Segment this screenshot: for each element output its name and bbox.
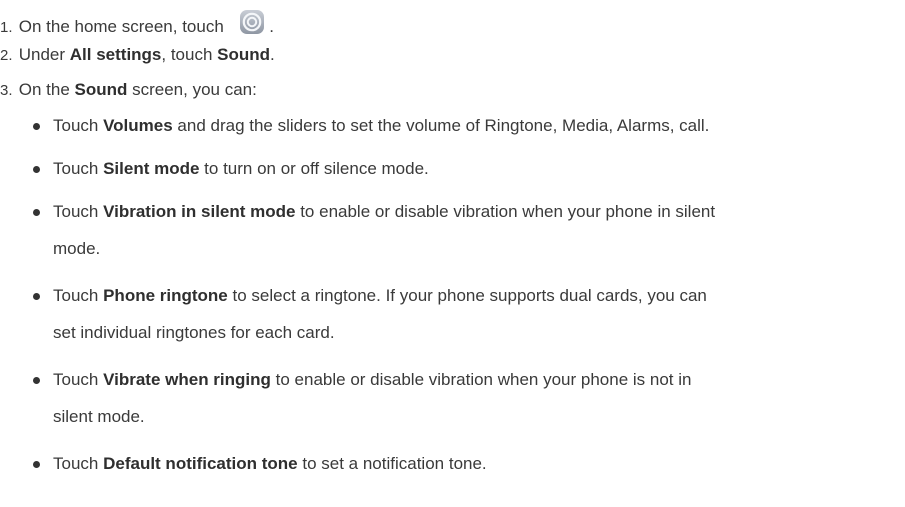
bullet-text: to enable or disable vibration when your… xyxy=(270,370,692,389)
step-text: . xyxy=(270,45,275,64)
bullet-text: Touch xyxy=(53,116,104,135)
step-2: 2. Under All settings, touch Sound. xyxy=(0,45,275,66)
bullet-text: and drag the sliders to set the volume o… xyxy=(172,116,710,135)
bullet-continuation: mode. xyxy=(53,239,101,258)
step-3: 3. On the Sound screen, you can: xyxy=(0,80,257,101)
bullet-dot xyxy=(33,293,40,300)
bullet-continuation: silent mode. xyxy=(53,407,145,426)
bullet-bold-term: Phone ringtone xyxy=(103,286,228,305)
bullet-dot xyxy=(33,123,40,130)
step-bold-term: Sound xyxy=(217,45,271,64)
bullet-text: to turn on or off silence mode. xyxy=(199,159,429,178)
step-1: 1. On the home screen, touch . xyxy=(0,9,274,38)
bullet-text: Touch xyxy=(53,370,104,389)
bullet-text: Touch xyxy=(53,454,104,473)
bullet-text: Touch xyxy=(53,202,104,221)
step-text: , touch xyxy=(161,45,218,64)
bullet-bold-term: Silent mode xyxy=(103,159,200,178)
step-number: 2. xyxy=(0,47,13,64)
bullet-text: to select a ringtone. If your phone supp… xyxy=(227,286,707,305)
bullet-dot xyxy=(33,166,40,173)
settings-gear-icon xyxy=(239,9,265,35)
step-bold-term: All settings xyxy=(69,45,162,64)
bullet-bold-term: Default notification tone xyxy=(103,454,298,473)
bullet-text: Touch xyxy=(53,286,104,305)
step-number: 1. xyxy=(0,19,13,36)
bullet-text: to set a notification tone. xyxy=(297,454,487,473)
step-text: On the xyxy=(18,80,75,99)
step-text: Under xyxy=(18,45,70,64)
bullet-dot xyxy=(33,209,40,216)
step-text: screen, you can: xyxy=(127,80,257,99)
bullet-dot xyxy=(33,377,40,384)
bullet-text: to enable or disable vibration when your… xyxy=(295,202,716,221)
bullet-bold-term: Volumes xyxy=(103,116,173,135)
bullet-dot xyxy=(33,461,40,468)
instruction-page: 1. On the home screen, touch . 2. Under … xyxy=(0,0,905,507)
bullet-bold-term: Vibrate when ringing xyxy=(103,370,271,389)
step-text: On the home screen, touch xyxy=(18,17,224,36)
bullet-text: Touch xyxy=(53,159,104,178)
bullet-bold-term: Vibration in silent mode xyxy=(103,202,296,221)
step-number: 3. xyxy=(0,82,13,99)
step-bold-term: Sound xyxy=(74,80,128,99)
bullet-continuation: set individual ringtones for each card. xyxy=(53,323,335,342)
step-period: . xyxy=(269,17,274,36)
